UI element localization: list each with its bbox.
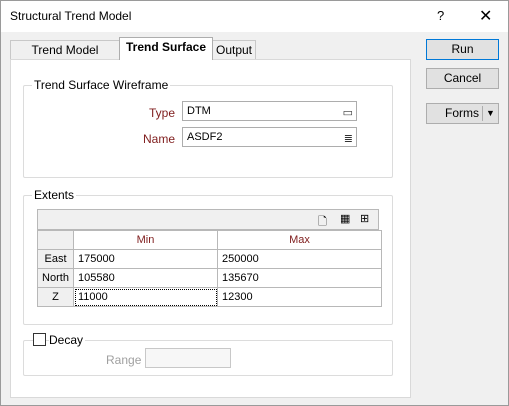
name-value: ASDF2	[187, 131, 223, 143]
table-row: North 105580 135670	[37, 268, 382, 288]
forms-button[interactable]: Forms ▼	[426, 103, 499, 124]
column-header-max: Max	[217, 230, 382, 250]
dialog-window: Structural Trend Model ? ✕ Trend Model O…	[0, 0, 509, 406]
help-icon[interactable]: ?	[437, 8, 444, 23]
title-bar: Structural Trend Model ? ✕	[1, 1, 508, 32]
insert-row-icon[interactable]: ⊞	[360, 212, 369, 225]
tab-label: Trend Surface	[125, 40, 207, 54]
wireframe-group-label: Trend Surface Wireframe	[32, 78, 171, 92]
cell-north-max[interactable]: 135670	[217, 268, 382, 288]
run-button[interactable]: Run	[426, 39, 499, 60]
type-value: DTM	[187, 105, 211, 117]
tab-trend-model-options[interactable]: Trend Model Options	[10, 40, 120, 76]
cancel-button-label: Cancel	[443, 71, 482, 85]
cell-z-min[interactable]: 11000	[73, 287, 218, 307]
type-field[interactable]: DTM ▭	[182, 101, 357, 121]
row-header-north: North	[37, 268, 74, 288]
range-label: Range	[106, 353, 142, 367]
tab-output[interactable]: Output	[212, 40, 256, 60]
extents-group-label: Extents	[32, 188, 77, 202]
cell-z-max[interactable]: 12300	[217, 287, 382, 307]
column-header-min: Min	[73, 230, 218, 250]
table-row: East 175000 250000	[37, 249, 382, 269]
close-icon[interactable]: ✕	[479, 6, 492, 26]
cancel-button[interactable]: Cancel	[426, 68, 499, 89]
row-header-east: East	[37, 249, 74, 269]
table-row: Z 11000 12300	[37, 287, 382, 307]
list-icon[interactable]: ≣	[344, 130, 353, 148]
window-title: Structural Trend Model	[10, 9, 132, 23]
tab-label: Output	[215, 43, 253, 57]
decay-checkbox[interactable]	[33, 333, 46, 346]
name-field[interactable]: ASDF2 ≣	[182, 127, 357, 147]
cell-east-max[interactable]: 250000	[217, 249, 382, 269]
type-label: Type	[148, 106, 175, 120]
browse-icon[interactable]: ▭	[343, 104, 353, 122]
cell-north-min[interactable]: 105580	[73, 268, 218, 288]
row-header-z: Z	[37, 287, 74, 307]
grid-toolbar: 🗋 ▦ ⊞	[37, 209, 379, 230]
extents-table: Min Max East 175000 250000 North 105580 …	[37, 230, 382, 307]
dropdown-arrow-icon[interactable]: ▼	[486, 104, 495, 123]
range-input[interactable]	[145, 348, 231, 368]
run-button-label: Run	[451, 42, 474, 56]
grid-corner	[37, 230, 74, 250]
forms-divider	[482, 106, 483, 121]
tab-trend-surface[interactable]: Trend Surface	[119, 37, 213, 60]
decay-label: Decay	[49, 333, 86, 347]
cell-east-min[interactable]: 175000	[73, 249, 218, 269]
forms-button-label: Forms	[445, 106, 479, 120]
grid-icon[interactable]: ▦	[340, 212, 350, 225]
name-label: Name	[142, 132, 175, 146]
